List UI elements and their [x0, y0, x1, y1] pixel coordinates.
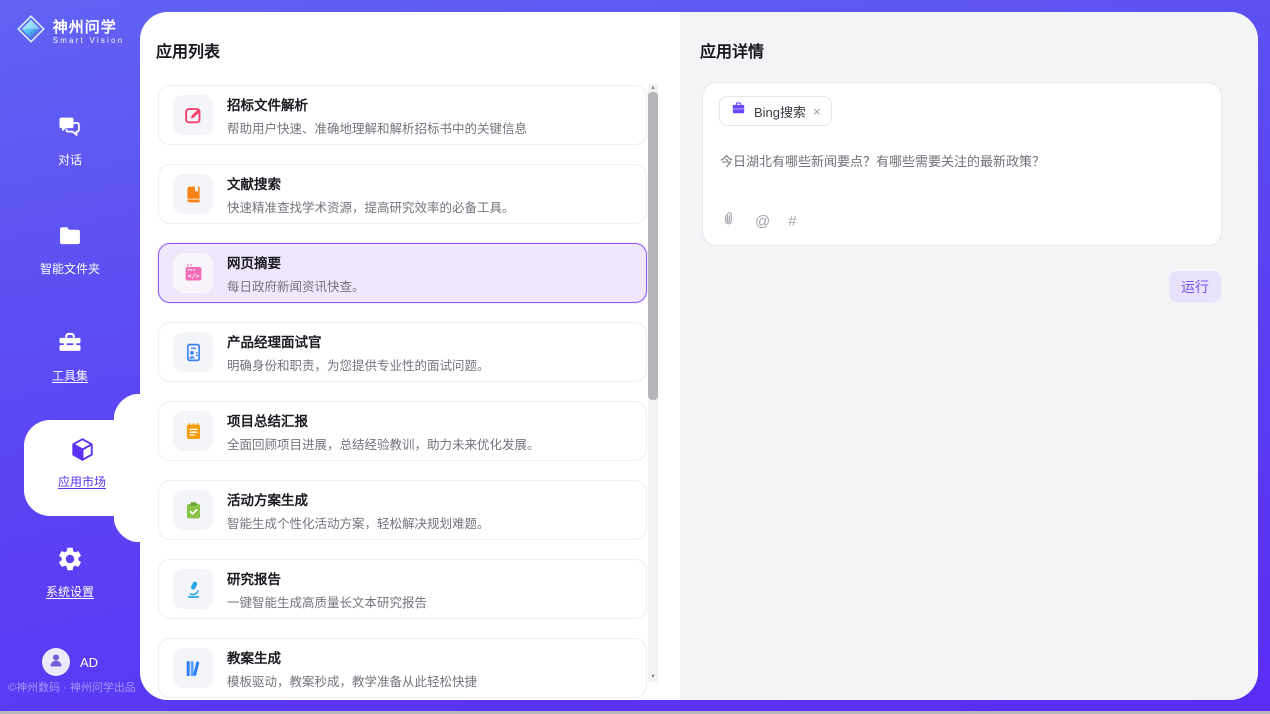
app-card-description: 每日政府新闻资讯快查。: [227, 276, 365, 295]
app-card-name: 项目总结汇报: [227, 410, 540, 430]
app-card[interactable]: 活动方案生成智能生成个性化活动方案，轻松解决规划难题。: [158, 480, 647, 540]
webpage-icon: </>: [173, 253, 213, 293]
scroll-down-icon[interactable]: ▼: [648, 672, 658, 682]
app-card[interactable]: 招标文件解析帮助用户快速、准确地理解和解析招标书中的关键信息: [158, 85, 647, 145]
app-card-description: 快速精准查找学术资源，提高研究效率的必备工具。: [227, 197, 515, 216]
mention-icon[interactable]: @: [755, 214, 770, 229]
app-card-name: 招标文件解析: [227, 94, 527, 114]
sidebar-item-label: 应用市场: [24, 473, 140, 490]
edit-document-icon: [173, 95, 213, 135]
brand-subtitle: Smart Vision: [53, 36, 125, 45]
app-card[interactable]: 文献搜索快速精准查找学术资源，提高研究效率的必备工具。: [158, 164, 647, 224]
user-row[interactable]: AD: [0, 648, 140, 676]
user-initials: AD: [80, 655, 98, 670]
sidebar-item-label: 工具集: [0, 367, 140, 384]
query-text-input[interactable]: 今日湖北有哪些新闻要点？有哪些需要关注的最新政策？: [720, 151, 1205, 170]
avatar[interactable]: [42, 648, 70, 676]
app-card-name: 产品经理面试官: [227, 331, 490, 351]
app-card-description: 模板驱动，教案秒成，教学准备从此轻松快捷: [227, 671, 477, 690]
gear-icon: [0, 545, 140, 578]
app-card-name: 网页摘要: [227, 252, 365, 272]
run-button[interactable]: 运行: [1169, 271, 1221, 302]
app-card[interactable]: 教案生成模板驱动，教案秒成，教学准备从此轻松快捷: [158, 638, 647, 698]
app-card-name: 文献搜索: [227, 173, 515, 193]
app-card-description: 全面回顾项目进展，总结经验教训，助力未来优化发展。: [227, 434, 540, 453]
hash-icon[interactable]: #: [788, 214, 796, 229]
app-logo: 神州问学 Smart Vision: [0, 14, 140, 49]
sidebar-item-智能文件夹[interactable]: 智能文件夹: [0, 222, 140, 277]
main-content: 应用列表 招标文件解析帮助用户快速、准确地理解和解析招标书中的关键信息文献搜索快…: [140, 12, 1258, 700]
close-icon[interactable]: ×: [813, 105, 821, 118]
sidebar-item-label: 智能文件夹: [0, 260, 140, 277]
svg-text:</>: </>: [187, 271, 199, 279]
sidebar: 神州问学 Smart Vision 对话智能文件夹工具集应用市场系统设置 AD …: [0, 0, 140, 711]
clipboard-check-icon: [173, 490, 213, 530]
attachment-icon[interactable]: [720, 210, 737, 232]
toolbox-icon: [0, 329, 140, 362]
app-card-list: 招标文件解析帮助用户快速、准确地理解和解析招标书中的关键信息文献搜索快速精准查找…: [158, 85, 647, 698]
brand-name: 神州问学: [53, 19, 125, 36]
copyright-footer: ©神州数码 · 神州问学出品: [8, 679, 136, 695]
sidebar-item-对话[interactable]: 对话: [0, 113, 140, 168]
sidebar-item-label: 对话: [0, 151, 140, 168]
app-list-title: 应用列表: [156, 38, 220, 62]
app-card[interactable]: 产品经理面试官明确身份和职责，为您提供专业性的面试问题。: [158, 322, 647, 382]
books-icon: [173, 648, 213, 688]
scrollbar-thumb[interactable]: [648, 92, 658, 400]
briefcase-icon: [730, 100, 747, 122]
scrollbar[interactable]: ▲ ▼: [648, 83, 658, 682]
input-toolbar: @#: [720, 210, 797, 232]
tool-tag-bing-search[interactable]: Bing搜索 ×: [719, 96, 832, 126]
folder-icon: [0, 222, 140, 255]
tool-tag-label: Bing搜索: [754, 102, 806, 121]
app-card-description: 明确身份和职责，为您提供专业性的面试问题。: [227, 355, 490, 374]
app-card[interactable]: 项目总结汇报全面回顾项目进展，总结经验教训，助力未来优化发展。: [158, 401, 647, 461]
report-icon: [173, 411, 213, 451]
app-card[interactable]: </> 网页摘要每日政府新闻资讯快查。: [158, 243, 647, 303]
app-card[interactable]: 研究报告一键智能生成高质量长文本研究报告: [158, 559, 647, 619]
chat-icon: [0, 113, 140, 146]
app-card-name: 研究报告: [227, 568, 427, 588]
app-list-panel: 应用列表 招标文件解析帮助用户快速、准确地理解和解析招标书中的关键信息文献搜索快…: [140, 12, 680, 700]
app-card-description: 帮助用户快速、准确地理解和解析招标书中的关键信息: [227, 118, 527, 137]
app-detail-title: 应用详情: [700, 38, 764, 62]
sidebar-item-label: 系统设置: [0, 583, 140, 600]
app-card-name: 活动方案生成: [227, 489, 490, 509]
cube-icon: [24, 436, 140, 468]
app-card-description: 智能生成个性化活动方案，轻松解决规划难题。: [227, 513, 490, 532]
query-input-card[interactable]: Bing搜索 × 今日湖北有哪些新闻要点？有哪些需要关注的最新政策？ @#: [702, 82, 1222, 246]
app-card-name: 教案生成: [227, 647, 477, 667]
diamond-logo-icon: [16, 14, 46, 49]
book-icon: [173, 174, 213, 214]
interviewer-icon: [173, 332, 213, 372]
app-card-description: 一键智能生成高质量长文本研究报告: [227, 592, 427, 611]
sidebar-item-系统设置[interactable]: 系统设置: [0, 545, 140, 600]
sidebar-item-工具集[interactable]: 工具集: [0, 329, 140, 384]
user-icon: [47, 651, 65, 674]
app-detail-panel: 应用详情 Bing搜索 × 今日湖北有哪些新闻要点？有哪些需要关注的最新政策？ …: [680, 12, 1258, 700]
sidebar-item-应用市场[interactable]: 应用市场: [24, 420, 140, 516]
research-icon: [173, 569, 213, 609]
